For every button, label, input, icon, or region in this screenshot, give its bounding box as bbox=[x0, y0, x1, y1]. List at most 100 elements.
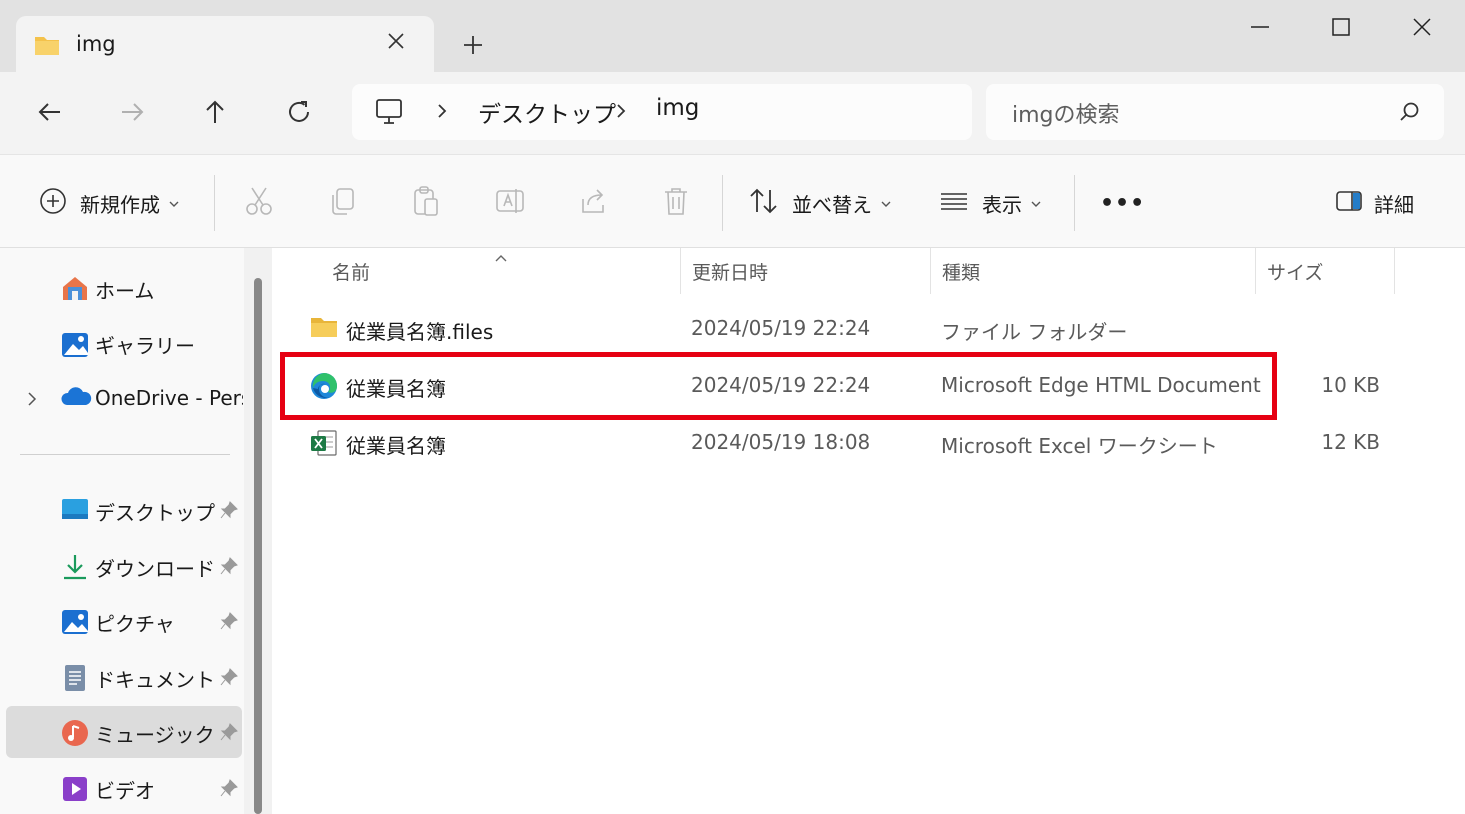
paste-button[interactable] bbox=[411, 185, 441, 221]
column-header-size[interactable]: サイズ bbox=[1267, 258, 1323, 285]
folder-icon bbox=[34, 34, 60, 60]
chevron-down-icon bbox=[1030, 194, 1042, 213]
sidebar-item-home[interactable]: ホーム bbox=[6, 262, 242, 314]
navigation-pane: ホーム ギャラリー OneDrive - Personal デスクトップ ダウン… bbox=[0, 248, 272, 814]
share-icon bbox=[578, 185, 608, 221]
download-icon bbox=[60, 552, 90, 586]
trash-icon bbox=[661, 185, 691, 221]
up-arrow-icon[interactable] bbox=[197, 94, 233, 130]
refresh-icon[interactable] bbox=[281, 94, 317, 130]
copy-button[interactable] bbox=[328, 185, 358, 221]
view-button[interactable]: 表示 bbox=[938, 185, 1042, 221]
divider bbox=[1074, 175, 1075, 231]
forward-arrow-icon[interactable] bbox=[114, 94, 150, 130]
sidebar-item-videos[interactable]: ビデオ bbox=[6, 762, 242, 814]
title-bar: img bbox=[0, 0, 1465, 74]
view-label: 表示 bbox=[982, 192, 1022, 217]
minimize-icon[interactable] bbox=[1245, 12, 1275, 42]
column-header-type[interactable]: 種類 bbox=[942, 258, 980, 285]
address-bar[interactable]: デスクトップ img bbox=[352, 84, 972, 140]
close-icon[interactable] bbox=[1407, 12, 1437, 42]
sort-label: 並べ替え bbox=[792, 192, 872, 217]
excel-icon bbox=[310, 429, 338, 461]
cut-button[interactable] bbox=[244, 185, 274, 221]
chevron-down-icon bbox=[168, 194, 180, 213]
rename-icon bbox=[494, 185, 526, 221]
copy-icon bbox=[328, 185, 358, 221]
rename-button[interactable] bbox=[494, 185, 526, 221]
more-options-button[interactable]: ••• bbox=[1100, 185, 1145, 221]
tab-img[interactable]: img bbox=[16, 16, 434, 74]
command-bar: 新規作成 並べ替え 表示 ••• 詳細 bbox=[0, 154, 1465, 248]
divider bbox=[722, 175, 723, 231]
sidebar-item-pictures[interactable]: ピクチャ bbox=[6, 595, 242, 647]
desktop-icon bbox=[60, 496, 90, 526]
more-icon: ••• bbox=[1100, 190, 1146, 216]
file-name: 従業員名簿 bbox=[346, 434, 446, 458]
sidebar-item-gallery[interactable]: ギャラリー bbox=[6, 317, 242, 369]
search-icon[interactable] bbox=[1398, 100, 1422, 128]
column-divider[interactable] bbox=[1255, 248, 1256, 294]
pictures-icon bbox=[60, 607, 90, 641]
sort-button[interactable]: 並べ替え bbox=[748, 185, 892, 221]
pin-icon[interactable] bbox=[219, 611, 239, 635]
column-header-name[interactable]: 名前 bbox=[332, 258, 370, 285]
new-tab-button[interactable] bbox=[460, 32, 486, 58]
maximize-icon[interactable] bbox=[1326, 12, 1356, 42]
chevron-down-icon bbox=[880, 194, 892, 213]
file-list: 名前 更新日時 種類 サイズ 従業員名簿.files 2024/05/19 22… bbox=[272, 248, 1465, 814]
sidebar-item-label: ギャラリー bbox=[95, 334, 195, 358]
details-pane-icon bbox=[1334, 188, 1364, 218]
search-placeholder: imgの検索 bbox=[1012, 103, 1120, 128]
pin-icon[interactable] bbox=[219, 778, 239, 802]
chevron-right-icon[interactable] bbox=[611, 98, 631, 124]
details-pane-button[interactable]: 詳細 bbox=[1334, 185, 1414, 221]
sidebar-item-documents[interactable]: ドキュメント bbox=[6, 651, 242, 703]
scrollbar-thumb[interactable] bbox=[254, 278, 262, 814]
column-header-modified[interactable]: 更新日時 bbox=[692, 258, 768, 285]
gallery-icon bbox=[60, 329, 90, 363]
pin-icon[interactable] bbox=[219, 667, 239, 691]
search-input[interactable]: imgの検索 bbox=[986, 84, 1444, 140]
divider bbox=[20, 454, 230, 455]
sidebar-item-onedrive[interactable]: OneDrive - Personal bbox=[6, 373, 243, 425]
file-type: ファイル フォルダー bbox=[941, 320, 1128, 344]
sidebar-item-label: ホーム bbox=[95, 279, 155, 303]
music-icon bbox=[60, 718, 90, 752]
file-size: 12 KB bbox=[1321, 430, 1380, 454]
file-row[interactable]: 従業員名簿 2024/05/19 18:08 Microsoft Excel ワ… bbox=[278, 417, 1398, 469]
tab-close-icon[interactable] bbox=[384, 29, 408, 53]
chevron-right-icon[interactable] bbox=[432, 98, 452, 124]
sidebar-item-downloads[interactable]: ダウンロード bbox=[6, 540, 242, 592]
pin-icon[interactable] bbox=[219, 722, 239, 746]
file-size: 10 KB bbox=[1321, 373, 1380, 397]
this-pc-icon[interactable] bbox=[374, 98, 404, 130]
file-name: 従業員名簿.files bbox=[346, 320, 494, 344]
breadcrumb-desktop[interactable]: デスクトップ bbox=[478, 95, 616, 129]
file-type: Microsoft Excel ワークシート bbox=[941, 434, 1218, 458]
sidebar-item-desktop[interactable]: デスクトップ bbox=[6, 484, 242, 536]
column-divider[interactable] bbox=[930, 248, 931, 294]
column-divider[interactable] bbox=[1394, 248, 1395, 294]
sort-ascending-icon bbox=[494, 248, 508, 267]
back-arrow-icon[interactable] bbox=[32, 94, 68, 130]
sidebar-item-music[interactable]: ミュージック bbox=[6, 706, 242, 758]
view-list-icon bbox=[938, 188, 970, 218]
folder-icon bbox=[310, 315, 338, 343]
video-icon bbox=[60, 774, 90, 808]
breadcrumb-img[interactable]: img bbox=[656, 95, 699, 121]
new-label: 新規作成 bbox=[80, 192, 160, 217]
share-button[interactable] bbox=[578, 185, 608, 221]
delete-button[interactable] bbox=[661, 185, 691, 221]
details-label: 詳細 bbox=[1374, 192, 1414, 217]
pin-icon[interactable] bbox=[219, 500, 239, 524]
plus-circle-icon bbox=[38, 186, 68, 220]
file-modified: 2024/05/19 18:08 bbox=[691, 430, 871, 454]
column-divider[interactable] bbox=[680, 248, 681, 294]
sort-arrows-icon bbox=[748, 186, 780, 220]
pin-icon[interactable] bbox=[219, 556, 239, 580]
file-row[interactable]: 従業員名簿.files 2024/05/19 22:24 ファイル フォルダー bbox=[278, 303, 1398, 355]
chevron-right-icon[interactable] bbox=[24, 389, 40, 413]
home-icon bbox=[60, 274, 90, 306]
new-button[interactable]: 新規作成 bbox=[38, 185, 180, 221]
